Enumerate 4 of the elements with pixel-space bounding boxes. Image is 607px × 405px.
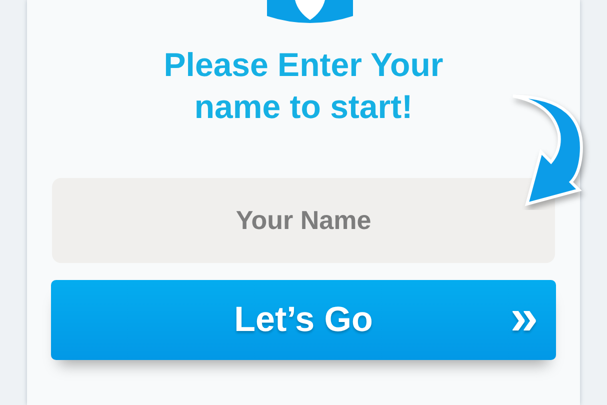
name-field[interactable]: Your Name [52,178,555,263]
double-chevron-icon: » [510,292,538,342]
lets-go-button[interactable]: Let’s Go » [51,280,556,360]
heading: Please Enter Your name to start! [162,45,444,127]
